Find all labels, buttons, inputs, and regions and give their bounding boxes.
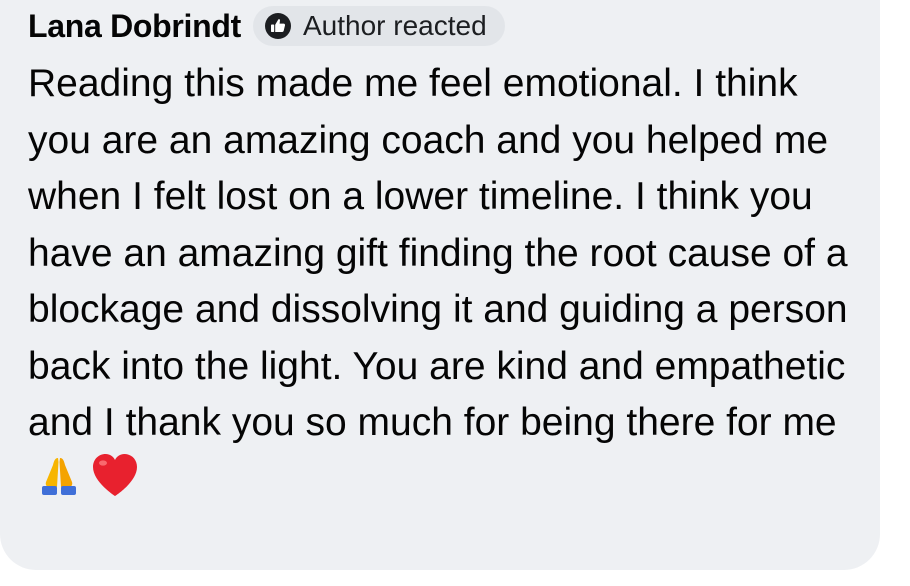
comment-text-block: Reading this made me feel emotional. I t… [28, 56, 868, 514]
folded-hands-emoji [36, 452, 82, 515]
comment-header: Lana Dobrindt Author reacted [28, 6, 505, 46]
badge-label: Author reacted [302, 10, 487, 41]
comment-text: Reading this made me feel emotional. I t… [28, 62, 848, 444]
author-reacted-badge: Author reacted [252, 6, 505, 46]
red-heart-emoji [90, 452, 140, 515]
author-name[interactable]: Lana Dobrindt [28, 8, 241, 45]
thumbs-up-icon [264, 13, 291, 39]
